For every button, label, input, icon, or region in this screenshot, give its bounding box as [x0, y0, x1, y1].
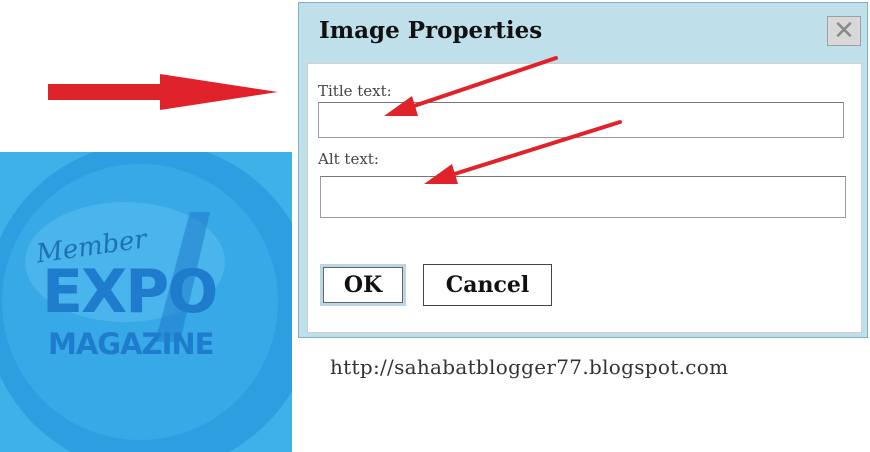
dialog-body: Title text: Alt text: OK Cancel [307, 63, 862, 333]
cancel-button[interactable]: Cancel [423, 264, 552, 306]
title-text-input[interactable] [318, 102, 844, 138]
title-text-label: Title text: [318, 82, 392, 100]
dialog-title: Image Properties [319, 17, 543, 44]
big-red-arrow-icon [48, 74, 278, 110]
alt-text-label: Alt text: [318, 150, 379, 168]
logo-magazine-text: MAGAZINE [48, 327, 214, 361]
ok-button[interactable]: OK [320, 264, 406, 306]
source-url-text: http://sahabatblogger77.blogspot.com [330, 355, 729, 379]
close-icon: ✕ [833, 16, 855, 46]
expo-magazine-logo: Member EXPO MAGAZINE [0, 152, 292, 452]
close-button[interactable]: ✕ [827, 16, 861, 46]
alt-text-input[interactable] [320, 176, 846, 218]
image-properties-dialog: Image Properties ✕ Title text: Alt text:… [298, 2, 868, 338]
logo-expo-text: EXPO [42, 257, 218, 327]
